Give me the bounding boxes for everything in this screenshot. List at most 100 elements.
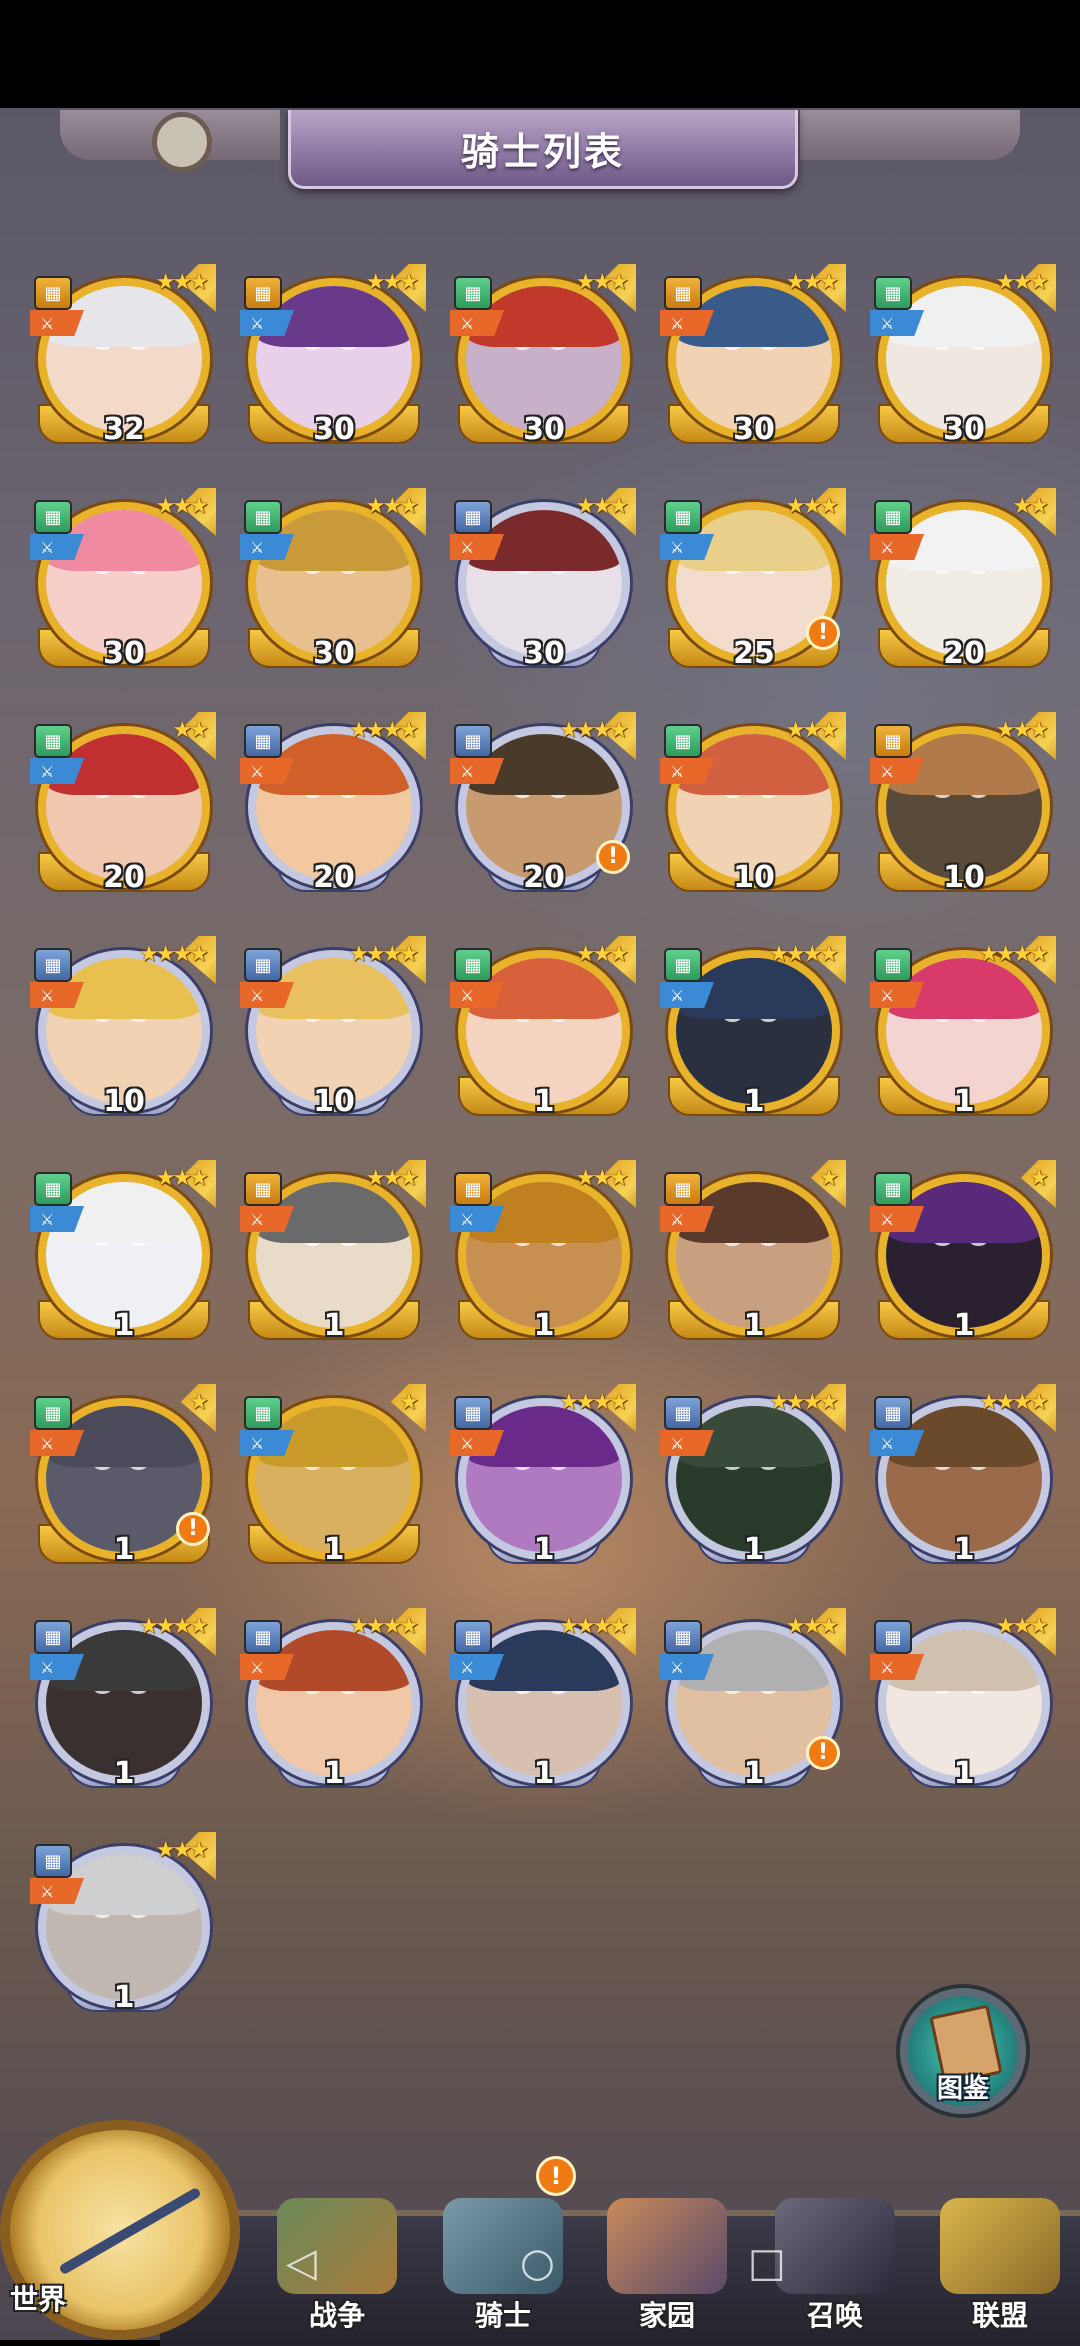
star-rating: ★★★★ xyxy=(349,1614,419,1639)
title-wing-right xyxy=(800,110,1020,160)
knight-card[interactable]: ★★★★ ▦ ⚔ 1 xyxy=(446,1384,636,1570)
star-rating: ★★★ xyxy=(785,718,839,743)
class-badge-icon: ▦ xyxy=(874,1172,912,1206)
knight-card[interactable]: ★★★★ ▦ ⚔ 20 xyxy=(236,712,426,898)
knight-card[interactable]: ★★★ ▦ ⚔ 10 xyxy=(656,712,846,898)
knight-card[interactable]: ★★★ ▦ ⚔ 30 xyxy=(656,264,846,450)
knight-card[interactable]: ★★ ▦ ⚔ 20 xyxy=(26,712,216,898)
nav-alliance[interactable]: 联盟 xyxy=(925,2160,1075,2340)
knight-level: 30 xyxy=(943,412,985,447)
title-plate: 骑士列表 xyxy=(288,110,798,189)
compass-icon xyxy=(58,2186,202,2276)
knight-level: 10 xyxy=(103,1084,145,1119)
class-badge-icon: ▦ xyxy=(244,948,282,982)
star-rating: ★★★★ xyxy=(349,718,419,743)
knight-level: 1 xyxy=(533,1756,555,1791)
class-badge-icon: ▦ xyxy=(244,500,282,534)
knight-card[interactable]: ★ ▦ ⚔ 1! xyxy=(26,1384,216,1570)
star-rating: ★★★ xyxy=(575,942,629,967)
knight-card[interactable]: ★★★ ▦ ⚔ 30 xyxy=(446,488,636,674)
class-badge-icon: ▦ xyxy=(664,1620,702,1654)
nav-home[interactable]: 家园 xyxy=(592,2160,742,2340)
knight-card[interactable]: ★★★★ ▦ ⚔ 1 xyxy=(656,1384,846,1570)
knight-card[interactable]: ★★★ ▦ ⚔ 1 xyxy=(446,1160,636,1346)
star-rating: ★★★★ xyxy=(769,942,839,967)
knight-card[interactable]: ★★★ ▦ ⚔ 1! xyxy=(656,1608,846,1794)
knight-card[interactable]: ★★★ ▦ ⚔ 1 xyxy=(26,1832,216,2018)
train-icon xyxy=(775,2198,895,2294)
knight-level: 10 xyxy=(733,860,775,895)
knight-level: 30 xyxy=(523,636,565,671)
knight-level: 20 xyxy=(313,860,355,895)
knight-card[interactable]: ★★★ ▦ ⚔ 1 xyxy=(866,1608,1056,1794)
knight-level: 1 xyxy=(533,1084,555,1119)
knight-card[interactable]: ★★★ ▦ ⚔ 30 xyxy=(236,488,426,674)
knight-card[interactable]: ★★★ ▦ ⚔ 30 xyxy=(446,264,636,450)
recents-nav-icon[interactable]: □ xyxy=(748,2240,786,2286)
back-nav-icon[interactable]: ◁ xyxy=(286,2240,317,2286)
knight-card[interactable]: ★★★★ ▦ ⚔ 1 xyxy=(26,1608,216,1794)
star-rating: ★★★ xyxy=(995,270,1049,295)
star-rating: ★★★★ xyxy=(349,942,419,967)
knight-card[interactable]: ★★★★ ▦ ⚔ 10 xyxy=(236,936,426,1122)
star-rating: ★★★ xyxy=(155,1838,209,1863)
knight-card[interactable]: ★★★ ▦ ⚔ 30 xyxy=(866,264,1056,450)
knight-level: 30 xyxy=(313,412,355,447)
knight-card[interactable]: ★★★★ ▦ ⚔ 10 xyxy=(26,936,216,1122)
class-badge-icon: ▦ xyxy=(244,1620,282,1654)
class-badge-icon: ▦ xyxy=(874,500,912,534)
house-icon xyxy=(607,2198,727,2294)
knight-level: 1 xyxy=(113,1308,135,1343)
star-rating: ★★★ xyxy=(785,494,839,519)
knight-level: 1 xyxy=(743,1084,765,1119)
knight-card[interactable]: ★★ ▦ ⚔ 20 xyxy=(866,488,1056,674)
knights-alert-badge: ! xyxy=(536,2156,576,2196)
star-rating: ★★★ xyxy=(995,1614,1049,1639)
page-title: 骑士列表 xyxy=(460,129,625,174)
codex-button[interactable]: 图鉴 xyxy=(900,1988,1026,2114)
knight-level: 1 xyxy=(113,1756,135,1791)
class-badge-icon: ▦ xyxy=(454,948,492,982)
knight-level: 1 xyxy=(323,1308,345,1343)
class-badge-icon: ▦ xyxy=(244,1396,282,1430)
knight-level: 1 xyxy=(323,1532,345,1567)
class-badge-icon: ▦ xyxy=(34,948,72,982)
knight-card[interactable]: ★ ▦ ⚔ 1 xyxy=(656,1160,846,1346)
knight-card[interactable]: ★★★★ ▦ ⚔ 20! xyxy=(446,712,636,898)
knight-card[interactable]: ★★★ ▦ ⚔ 1 xyxy=(446,936,636,1122)
knight-level: 30 xyxy=(733,412,775,447)
star-rating: ★★★★ xyxy=(559,1390,629,1415)
knight-card[interactable]: ★ ▦ ⚔ 1 xyxy=(236,1384,426,1570)
star-rating: ★★★★ xyxy=(139,942,209,967)
nav-battle[interactable]: 战争 xyxy=(262,2160,412,2340)
knight-level: 20 xyxy=(103,860,145,895)
star-rating: ★★★ xyxy=(365,494,419,519)
star-rating: ★★ xyxy=(172,718,209,743)
knight-card[interactable]: ★★★★ ▦ ⚔ 1 xyxy=(656,936,846,1122)
knight-card[interactable]: ★★★ ▦ ⚔ 10 xyxy=(866,712,1056,898)
alert-badge: ! xyxy=(806,1736,840,1770)
star-rating: ★★★★ xyxy=(979,1390,1049,1415)
knight-card[interactable]: ★ ▦ ⚔ 1 xyxy=(866,1160,1056,1346)
knight-card[interactable]: ★★★ ▦ ⚔ 30 xyxy=(236,264,426,450)
class-badge-icon: ▦ xyxy=(664,1172,702,1206)
clock-icon xyxy=(152,112,212,172)
knight-card[interactable]: ★★★ ▦ ⚔ 25! xyxy=(656,488,846,674)
knight-card[interactable]: ★★★ ▦ ⚔ 1 xyxy=(26,1160,216,1346)
nav-world[interactable]: 世界 xyxy=(0,2120,240,2340)
knight-card[interactable]: ★★★★ ▦ ⚔ 1 xyxy=(236,1608,426,1794)
knight-card[interactable]: ★★★ ▦ ⚔ 30 xyxy=(26,488,216,674)
knight-card[interactable]: ★★★★ ▦ ⚔ 1 xyxy=(866,936,1056,1122)
knight-card[interactable]: ★★★★ ▦ ⚔ 1 xyxy=(446,1608,636,1794)
star-rating: ★★★★ xyxy=(139,1614,209,1639)
star-rating: ★★★ xyxy=(785,1614,839,1639)
knight-card[interactable]: ★★★★ ▦ ⚔ 1 xyxy=(866,1384,1056,1570)
home-nav-icon[interactable]: ○ xyxy=(520,2240,555,2286)
class-badge-icon: ▦ xyxy=(874,1620,912,1654)
class-badge-icon: ▦ xyxy=(34,1172,72,1206)
knight-card[interactable]: ★★★ ▦ ⚔ 32 xyxy=(26,264,216,450)
class-badge-icon: ▦ xyxy=(34,500,72,534)
status-bar xyxy=(0,0,1080,108)
class-badge-icon: ▦ xyxy=(874,724,912,758)
knight-card[interactable]: ★★★ ▦ ⚔ 1 xyxy=(236,1160,426,1346)
